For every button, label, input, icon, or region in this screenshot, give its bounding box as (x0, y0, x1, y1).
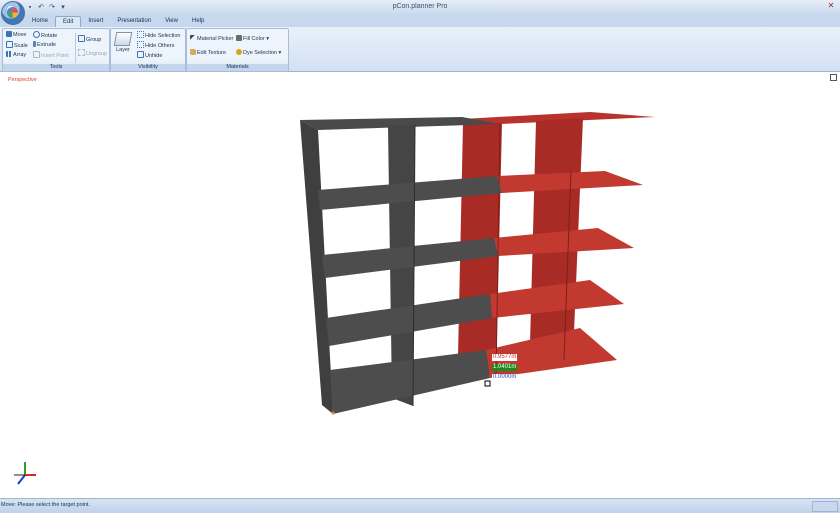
layer-icon (113, 32, 133, 46)
dye-icon (236, 49, 242, 55)
rotate-button[interactable]: Rotate (33, 31, 57, 40)
move-cursor-marker (484, 380, 491, 387)
ribbon-tabs: Home Edit Insert Presentation View Help (25, 16, 211, 28)
unhide-button[interactable]: Unhide (137, 51, 162, 60)
tab-help[interactable]: Help (185, 16, 211, 27)
rotate-icon (33, 31, 40, 38)
status-text: Move: Please select the target point. (1, 502, 90, 508)
shelf-board-red[interactable] (494, 228, 634, 256)
tools-group: Move Rotate Scale Extrude Array Insert P… (2, 28, 110, 72)
hide-selection-button[interactable]: Hide Selection (137, 31, 180, 40)
tab-presentation[interactable]: Presentation (110, 16, 158, 27)
extrude-icon (33, 41, 36, 47)
measure-value-3: 0.0000m (492, 374, 518, 381)
material-picker-button[interactable]: Material Picker (190, 35, 233, 44)
dye-selection-button[interactable]: Dye Selection ▾ (236, 49, 281, 58)
tools-group-label: Tools (3, 64, 109, 71)
materials-group: Material Picker Fill Color ▾ Edit Textur… (186, 28, 289, 72)
insert-point-icon (33, 51, 40, 58)
hide-others-button[interactable]: Hide Others (137, 41, 174, 50)
array-button[interactable]: Array (6, 51, 26, 60)
group-separator (75, 33, 76, 63)
measure-value-2: 1.0401m (492, 364, 518, 371)
window-title: pCon.planner Pro (392, 3, 448, 10)
app-menu-button[interactable] (1, 1, 25, 25)
materials-group-label: Materials (187, 64, 288, 71)
hide-selection-icon (137, 31, 144, 38)
axis-gizmo (14, 462, 36, 485)
status-zoom-control[interactable] (812, 501, 838, 512)
pipette-icon (190, 35, 196, 41)
ungroup-icon (78, 49, 85, 56)
paint-bucket-icon (236, 35, 242, 41)
3d-viewport[interactable] (0, 72, 840, 498)
measure-value-1: 0.9577m (492, 354, 518, 361)
layer-button[interactable]: Layer (112, 31, 134, 61)
texture-icon (190, 49, 196, 55)
array-icon (6, 51, 12, 57)
unhide-icon (137, 51, 144, 58)
close-button[interactable]: ✕ (826, 1, 836, 11)
scale-icon (6, 41, 13, 48)
tab-insert[interactable]: Insert (81, 16, 110, 27)
group-button[interactable]: Group (78, 35, 101, 44)
visibility-group-label: Visibility (111, 64, 185, 71)
hide-others-icon (137, 41, 144, 48)
ungroup-button[interactable]: Ungroup (78, 49, 107, 58)
move-button[interactable]: Move (6, 31, 26, 40)
insert-point-button[interactable]: Insert Point (33, 51, 69, 60)
status-bar: Move: Please select the target point. (0, 498, 840, 513)
title-bar: ▪ ↶ ↷ ▾ pCon.planner Pro ✕ (0, 0, 840, 15)
fill-color-button[interactable]: Fill Color ▾ (236, 35, 269, 44)
group-icon (78, 35, 85, 42)
scale-button[interactable]: Scale (6, 41, 28, 50)
move-icon (6, 31, 12, 37)
edit-texture-button[interactable]: Edit Texture (190, 49, 226, 58)
tab-view[interactable]: View (158, 16, 185, 27)
tab-home[interactable]: Home (25, 16, 55, 27)
extrude-button[interactable]: Extrude (33, 41, 56, 50)
ribbon: Move Rotate Scale Extrude Array Insert P… (0, 27, 840, 72)
visibility-group: Layer Hide Selection Hide Others Unhide … (110, 28, 186, 72)
